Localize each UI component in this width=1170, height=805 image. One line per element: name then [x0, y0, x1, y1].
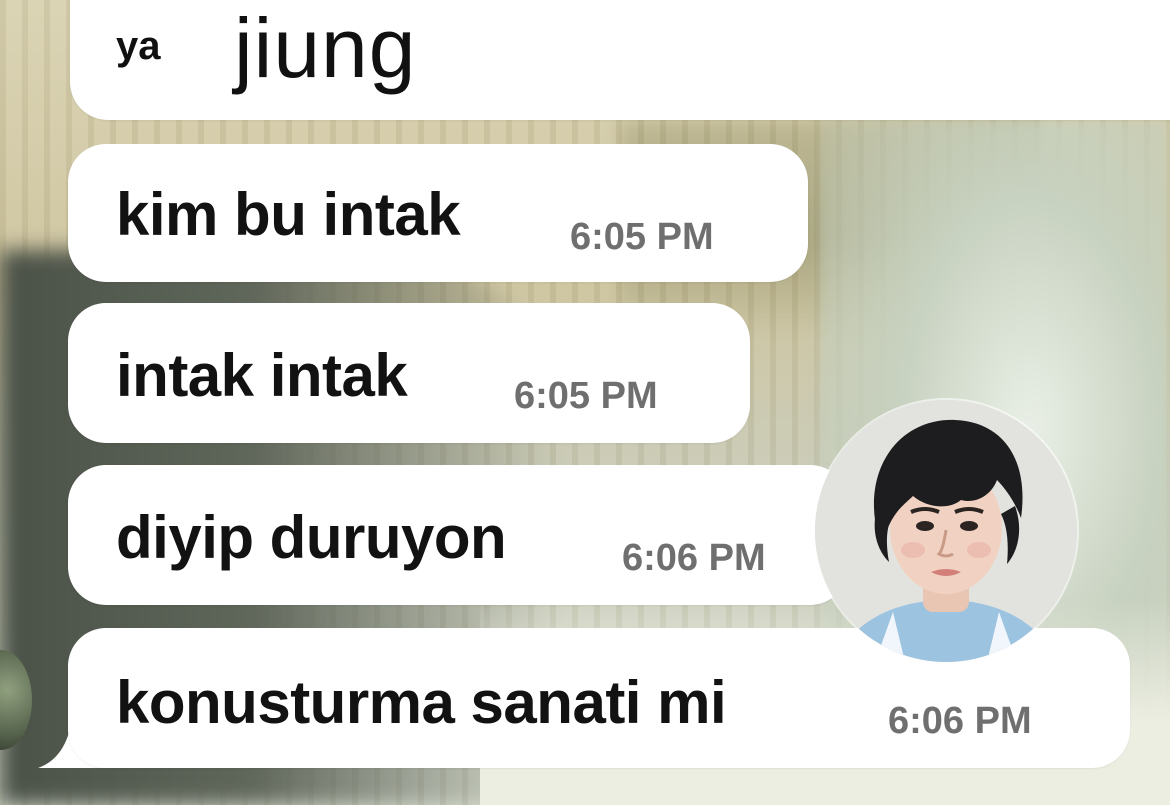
message-bubble[interactable]: kim bu intak 6:05 PM: [68, 144, 808, 282]
message-text: diyip duruyon: [116, 504, 507, 571]
message-bubble[interactable]: diyip duruyon 6:06 PM: [68, 465, 848, 605]
message-timestamp: 6:06 PM: [888, 700, 1032, 742]
message-text: jiung: [234, 1, 417, 95]
person-avatar-icon: [815, 400, 1077, 662]
message-bubble[interactable]: ya jiung: [70, 0, 1170, 120]
message-text: kim bu intak: [116, 181, 461, 248]
message-timestamp: 6:06 PM: [622, 537, 766, 579]
message-text: konusturma sanati mi: [116, 669, 727, 736]
message-timestamp: 6:05 PM: [514, 375, 658, 417]
message-timestamp: 6:05 PM: [570, 216, 714, 258]
message-prefix: ya: [116, 24, 161, 68]
message-bubble[interactable]: intak intak 6:05 PM: [68, 303, 750, 443]
profile-avatar[interactable]: [815, 400, 1077, 662]
message-text: intak intak: [116, 342, 408, 409]
